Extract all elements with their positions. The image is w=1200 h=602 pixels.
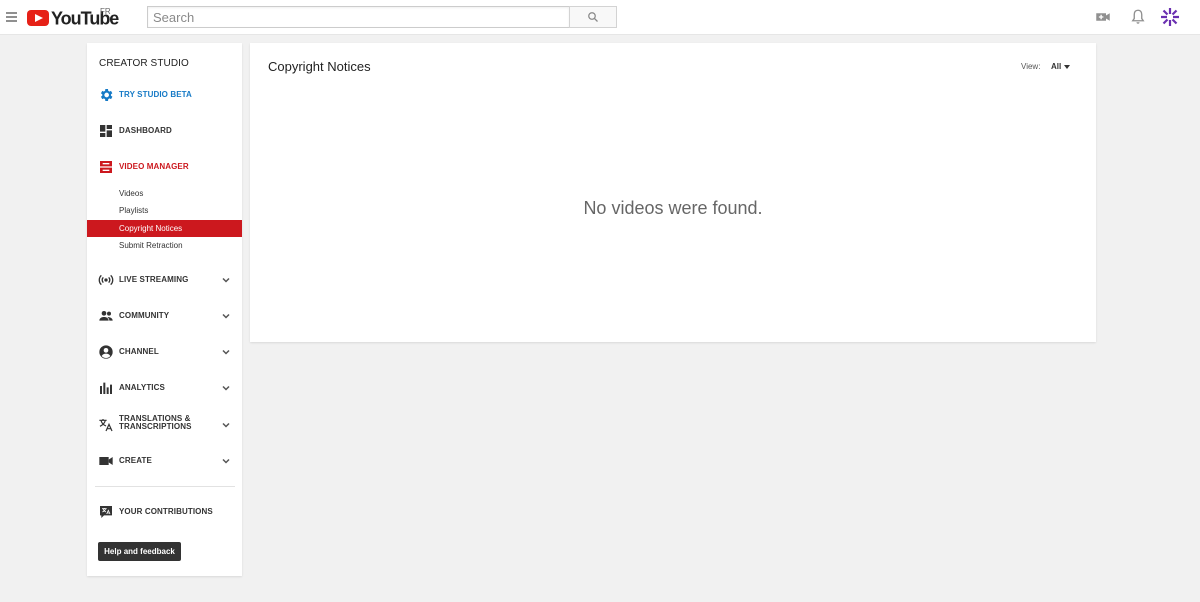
- chevron-down-icon[interactable]: [221, 347, 231, 357]
- translate-icon: [99, 419, 113, 432]
- view-label: View:: [1021, 62, 1041, 71]
- main-panel: Copyright Notices View: All No videos we…: [250, 43, 1096, 342]
- sub-item-label: Submit Retraction: [119, 241, 183, 250]
- sidebar-item-label: TRANSLATIONS & TRANSCRIPTIONS: [119, 415, 192, 431]
- video-manager-icon: [100, 161, 112, 173]
- page-title: Copyright Notices: [268, 59, 371, 74]
- sidebar-item-label: ANALYTICS: [119, 383, 165, 392]
- top-bar: YouTube FR: [0, 0, 1200, 35]
- chevron-down-icon[interactable]: [221, 420, 231, 430]
- sidebar-item-label: CHANNEL: [119, 347, 159, 356]
- help-feedback-button[interactable]: Help and feedback: [98, 542, 181, 561]
- gear-icon: [100, 89, 113, 101]
- sidebar-item-live-streaming[interactable]: LIVE STREAMING: [87, 268, 242, 292]
- live-streaming-icon: [98, 274, 114, 286]
- avatar[interactable]: [1160, 7, 1180, 27]
- community-icon: [99, 311, 113, 321]
- search-button[interactable]: [569, 6, 617, 28]
- sidebar-item-label: YOUR CONTRIBUTIONS: [119, 507, 213, 516]
- sub-item-submit-retraction[interactable]: Submit Retraction: [87, 237, 242, 254]
- sub-item-playlists[interactable]: Playlists: [87, 202, 242, 219]
- analytics-icon: [100, 382, 112, 394]
- sidebar-title: CREATOR STUDIO: [99, 58, 189, 69]
- search-input[interactable]: [147, 6, 570, 28]
- upload-video-icon[interactable]: [1094, 8, 1112, 26]
- region-code: FR: [100, 7, 111, 16]
- chevron-down-icon[interactable]: [221, 383, 231, 393]
- sidebar-item-channel[interactable]: CHANNEL: [87, 340, 242, 364]
- notifications-bell-icon[interactable]: [1129, 8, 1147, 26]
- sidebar-item-label: DASHBOARD: [119, 126, 172, 135]
- label-line-2: TRANSCRIPTIONS: [119, 422, 192, 431]
- sidebar-item-create[interactable]: CREATE: [87, 449, 242, 473]
- channel-icon: [99, 345, 113, 359]
- chevron-down-icon[interactable]: [221, 456, 231, 466]
- sidebar-divider: [95, 486, 235, 487]
- sub-item-label: Copyright Notices: [119, 224, 183, 233]
- sidebar-item-label: LIVE STREAMING: [119, 275, 189, 284]
- sidebar-item-video-manager[interactable]: VIDEO MANAGER: [87, 155, 242, 179]
- sidebar-item-translations[interactable]: TRANSLATIONS & TRANSCRIPTIONS: [87, 413, 242, 437]
- dashboard-icon: [100, 125, 112, 137]
- menu-icon[interactable]: [6, 12, 17, 22]
- sidebar-item-community[interactable]: COMMUNITY: [87, 304, 242, 328]
- sidebar-item-try-studio-beta[interactable]: TRY STUDIO BETA: [87, 83, 242, 107]
- sidebar-item-analytics[interactable]: ANALYTICS: [87, 376, 242, 400]
- camera-icon: [99, 457, 113, 465]
- search-icon: [588, 12, 598, 22]
- sub-item-label: Videos: [119, 189, 144, 198]
- sidebar-item-label: TRY STUDIO BETA: [119, 90, 192, 99]
- creator-studio-sidebar: CREATOR STUDIO TRY STUDIO BETA DASHBOARD…: [87, 43, 242, 576]
- sidebar-item-your-contributions[interactable]: YOUR CONTRIBUTIONS: [87, 500, 242, 524]
- sub-item-label: Playlists: [119, 206, 149, 215]
- view-filter-value: All: [1051, 62, 1062, 71]
- empty-state-message: No videos were found.: [583, 198, 763, 218]
- sidebar-item-dashboard[interactable]: DASHBOARD: [87, 119, 242, 143]
- caret-down-icon: [1064, 65, 1070, 69]
- sub-item-copyright-notices[interactable]: Copyright Notices: [87, 220, 242, 237]
- view-filter-dropdown[interactable]: All: [1050, 61, 1074, 73]
- youtube-play-icon: [27, 10, 49, 26]
- contributions-icon: [100, 506, 112, 518]
- sidebar-item-label: CREATE: [119, 456, 152, 465]
- chevron-down-icon[interactable]: [221, 311, 231, 321]
- chevron-down-icon[interactable]: [221, 275, 231, 285]
- sidebar-item-label: VIDEO MANAGER: [119, 162, 189, 171]
- sub-item-videos[interactable]: Videos: [87, 185, 242, 202]
- sidebar-item-label: COMMUNITY: [119, 311, 170, 320]
